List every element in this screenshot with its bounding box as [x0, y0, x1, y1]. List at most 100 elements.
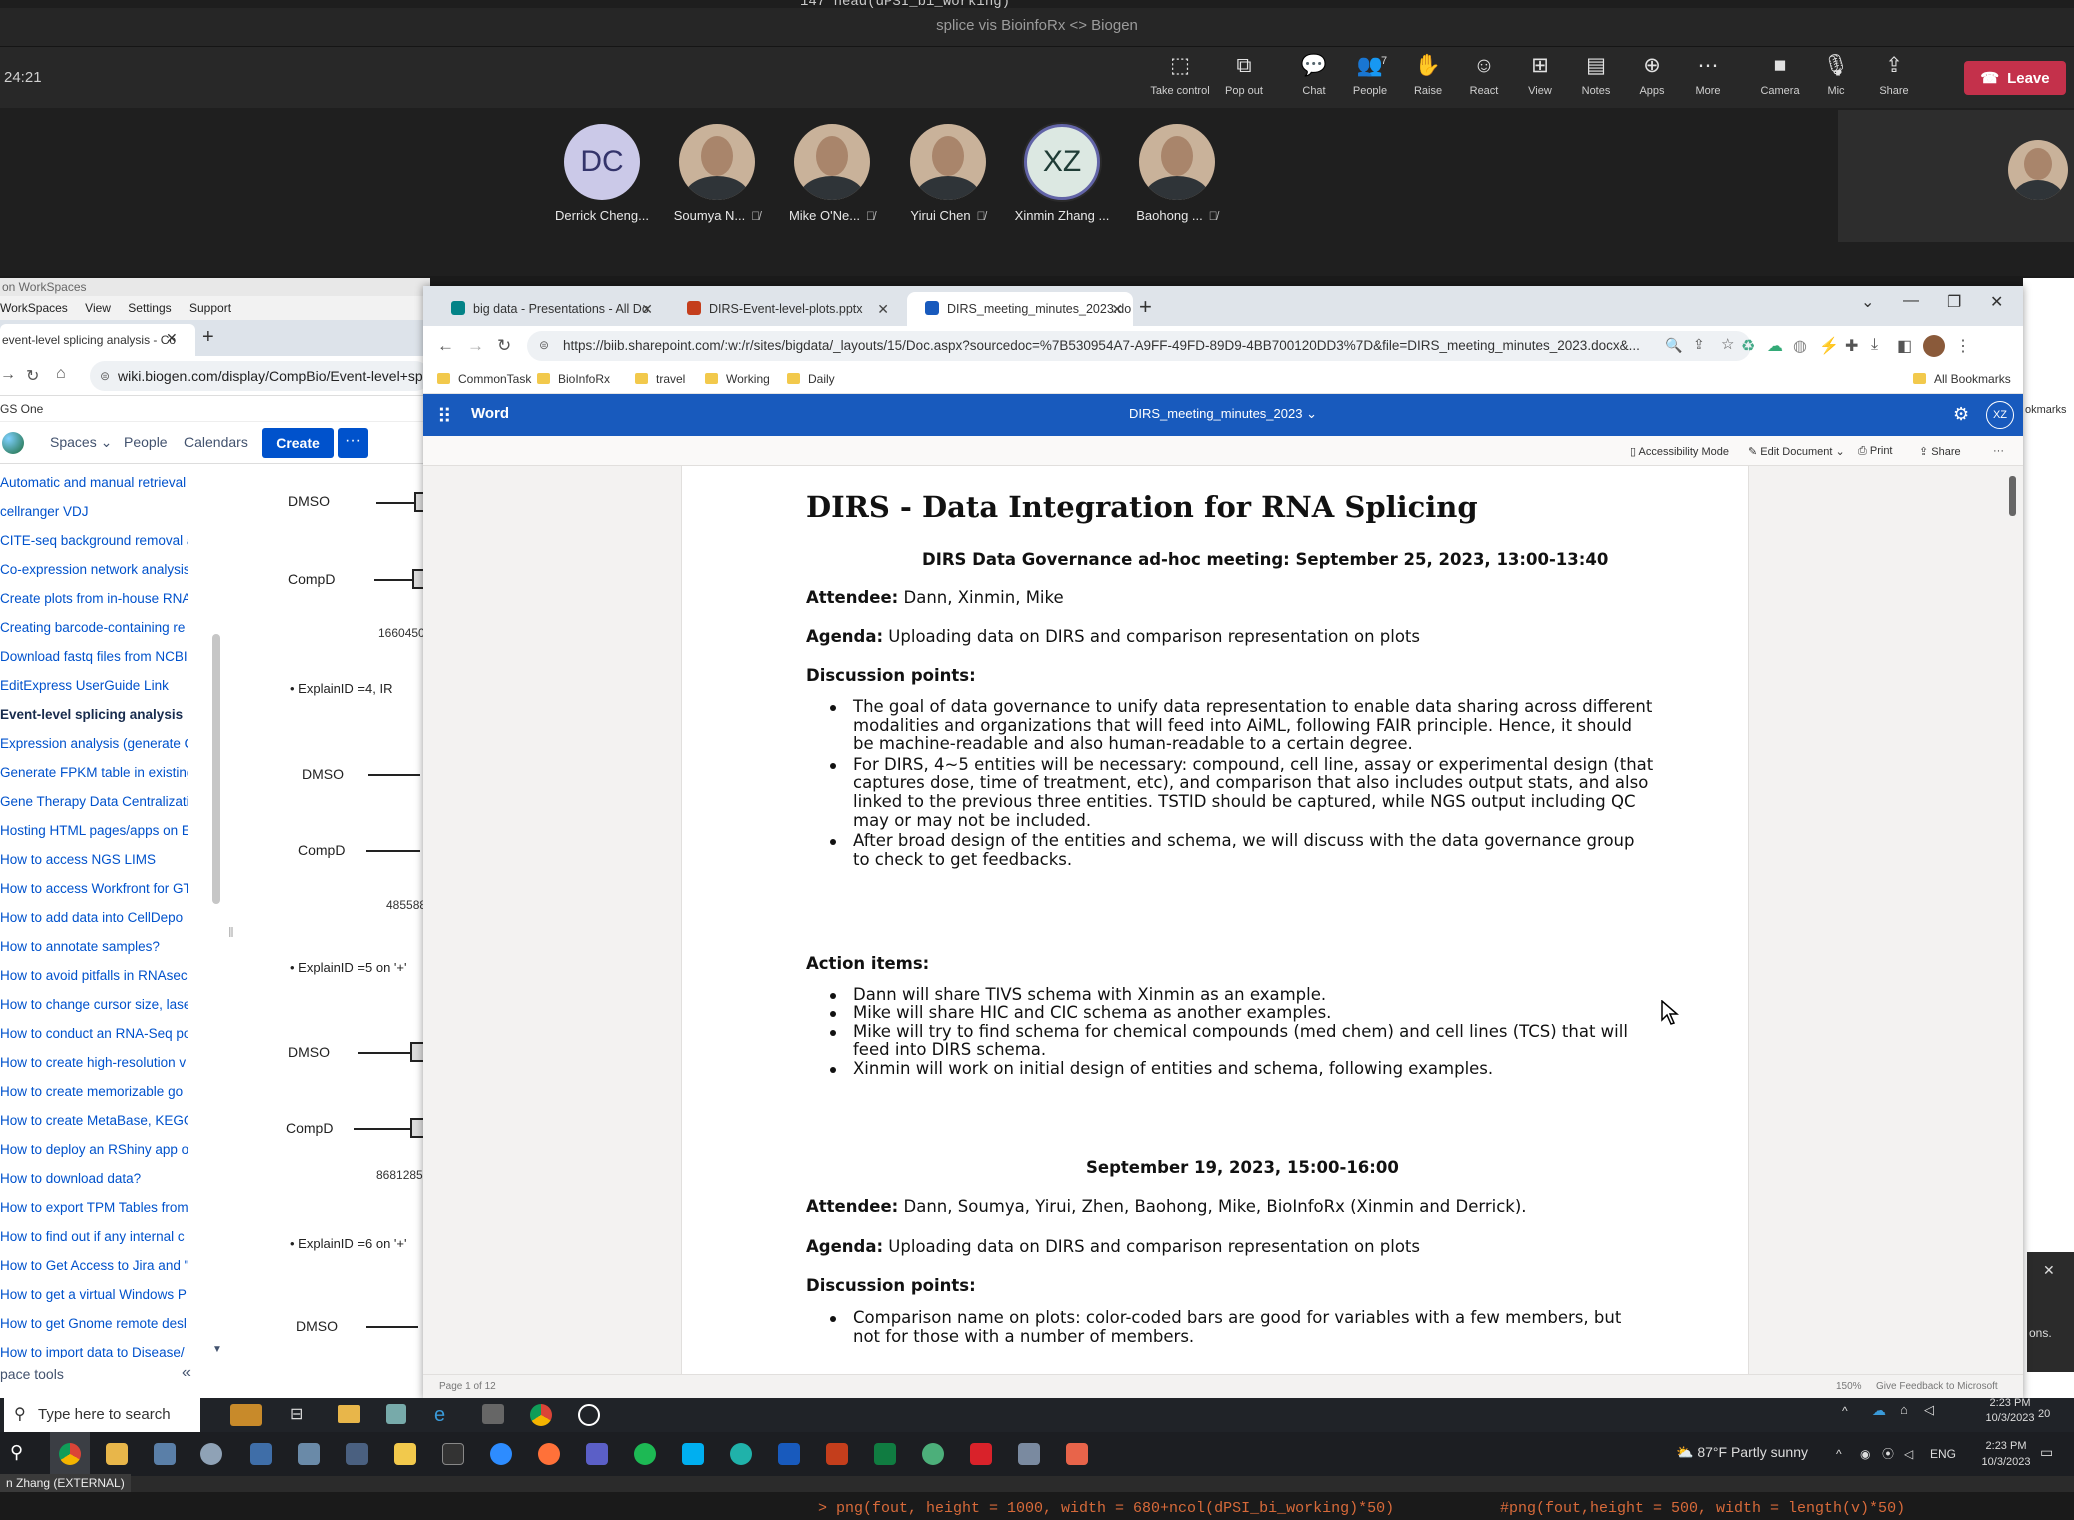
- sidebar-page-link[interactable]: cellranger VDJ: [0, 497, 188, 526]
- sidebar-page-link[interactable]: Creating barcode-containing re: [0, 613, 188, 642]
- share-page-icon[interactable]: ⇪: [1693, 336, 1705, 353]
- active-app-highlight[interactable]: [50, 1432, 90, 1476]
- space-tools[interactable]: pace tools: [0, 1366, 64, 1382]
- close-icon[interactable]: ✕: [641, 292, 653, 326]
- network-icon[interactable]: ◉: [1860, 1446, 1870, 1462]
- print-button[interactable]: ⎙ Print: [1858, 445, 1893, 458]
- bookmark-working[interactable]: Working: [705, 372, 770, 386]
- toolbar-button-camera[interactable]: ■ Camera: [1749, 55, 1811, 98]
- app-icon[interactable]: [250, 1443, 272, 1465]
- sidebar-page-link[interactable]: How to get a virtual Windows P: [0, 1280, 188, 1309]
- zoom-level[interactable]: 150%: [1836, 1381, 1862, 1392]
- notes-app-icon[interactable]: [394, 1443, 416, 1465]
- teams-icon[interactable]: [586, 1443, 608, 1465]
- weather-widget[interactable]: ⛅ 87°F Partly sunny: [1676, 1444, 1808, 1461]
- resize-handle-icon[interactable]: ‖: [228, 924, 234, 940]
- bookmark-travel[interactable]: travel: [635, 372, 685, 386]
- extension-globe-icon[interactable]: ◍: [1793, 336, 1807, 356]
- user-avatar[interactable]: XZ: [1986, 401, 2014, 429]
- nav-calendars[interactable]: Calendars: [184, 434, 248, 450]
- accessibility-mode-button[interactable]: ▯ Accessibility Mode: [1630, 445, 1729, 458]
- sidebar-page-link[interactable]: How to import data to Disease/: [0, 1338, 188, 1358]
- toolbar-button-view[interactable]: ⊞ View: [1509, 55, 1571, 98]
- forward-icon[interactable]: →: [467, 336, 484, 356]
- address-bar[interactable]: ⊜ https://biib.sharepoint.com/:w:/r/site…: [527, 331, 1751, 361]
- app-icon[interactable]: [922, 1443, 944, 1465]
- toolbar-button-more[interactable]: ⋯ More: [1677, 55, 1739, 98]
- edit-document-button[interactable]: ✎ Edit Document ⌄: [1748, 445, 1845, 458]
- remote-clock[interactable]: 2:23 PM 10/3/2023: [1940, 1396, 2074, 1426]
- language-indicator[interactable]: ENG: [1930, 1446, 1956, 1462]
- confluence-logo-icon[interactable]: [2, 432, 24, 454]
- extension-recycle-icon[interactable]: ♻: [1741, 336, 1755, 356]
- feedback-link[interactable]: Give Feedback to Microsoft: [1876, 1381, 1998, 1392]
- sidebar-page-link[interactable]: CITE-seq background removal a: [0, 526, 188, 555]
- browser-tab[interactable]: DIRS-Event-level-plots.pptx ✕: [669, 292, 899, 326]
- extensions-puzzle-icon[interactable]: ✚: [1845, 336, 1858, 356]
- toolbar-button-apps[interactable]: ⊕ Apps: [1621, 55, 1683, 98]
- bookmark-gs-one[interactable]: GS One: [0, 402, 43, 416]
- app-icon[interactable]: [386, 1404, 406, 1424]
- skype-icon[interactable]: [682, 1443, 704, 1465]
- participant-tile[interactable]: Yirui Chen 🎙̸: [888, 124, 1008, 223]
- sidebar-page-link[interactable]: How to find out if any internal c: [0, 1222, 188, 1251]
- edge-icon[interactable]: [578, 1404, 600, 1426]
- briefcase-icon[interactable]: [230, 1404, 262, 1426]
- onedrive-icon[interactable]: ☁: [1872, 1402, 1886, 1419]
- collapse-sidebar-icon[interactable]: «: [182, 1364, 191, 1382]
- address-bar[interactable]: ⊜ wiki.biogen.com/display/CompBio/Event-…: [90, 361, 430, 391]
- internet-explorer-icon[interactable]: e: [434, 1404, 445, 1427]
- close-icon[interactable]: ✕: [2043, 1262, 2055, 1279]
- more-options-button[interactable]: ···: [1993, 445, 2004, 457]
- share-button[interactable]: ⇪ Share: [1919, 445, 1961, 458]
- app-icon[interactable]: [482, 1404, 504, 1424]
- sidebar-page-link[interactable]: Gene Therapy Data Centralizati: [0, 787, 188, 816]
- toolbar-button-react[interactable]: ☺ React: [1453, 55, 1515, 98]
- tab-search-icon[interactable]: ⌄: [1861, 292, 1874, 312]
- menu-settings[interactable]: Settings: [128, 301, 171, 315]
- tray-chevron-icon[interactable]: ^: [1842, 1404, 1848, 1418]
- notification-count[interactable]: 20: [2038, 1408, 2050, 1420]
- toolbar-button-mic[interactable]: 🎙 Mic: [1805, 55, 1867, 98]
- document-title[interactable]: DIRS_meeting_minutes_2023 ⌄: [423, 406, 2023, 422]
- acrobat-icon[interactable]: [970, 1443, 992, 1465]
- document-scrollbar[interactable]: [2009, 476, 2016, 516]
- star-icon[interactable]: ☆: [1721, 335, 1734, 353]
- gear-icon[interactable]: ⚙: [1953, 404, 1969, 425]
- mic-icon[interactable]: ⦿: [1882, 1446, 1894, 1462]
- toolbar-button-chat[interactable]: 💬 Chat: [1283, 55, 1345, 98]
- sidebar-page-link[interactable]: Create plots from in-house RNA: [0, 584, 188, 613]
- sidebar-page-link[interactable]: How to access NGS LIMS: [0, 845, 188, 874]
- sidebar-page-link[interactable]: How to export TPM Tables from: [0, 1193, 188, 1222]
- task-view-icon[interactable]: ⊟: [290, 1404, 303, 1424]
- sidebar-page-link[interactable]: How to create high-resolution v: [0, 1048, 188, 1077]
- more-button[interactable]: ···: [338, 428, 368, 458]
- sidebar-page-link[interactable]: Hosting HTML pages/apps on E: [0, 816, 188, 845]
- word-icon[interactable]: [778, 1443, 800, 1465]
- menu-support[interactable]: Support: [189, 301, 231, 315]
- participant-tile[interactable]: Mike O'Ne... 🎙̸: [772, 124, 892, 223]
- zoom-icon[interactable]: [490, 1443, 512, 1465]
- sidebar-scrollbar[interactable]: [212, 634, 220, 904]
- browser-tab[interactable]: DIRS_meeting_minutes_2023.do ✕: [907, 292, 1133, 326]
- sidebar-page-link[interactable]: How to download data?: [0, 1164, 188, 1193]
- bookmark-commontask[interactable]: CommonTask: [437, 372, 531, 386]
- all-bookmarks[interactable]: All Bookmarks: [1913, 372, 2011, 386]
- sidebar-page-link[interactable]: How to create memorizable go: [0, 1077, 188, 1106]
- sidebar-page-link[interactable]: Automatic and manual retrieval: [0, 468, 188, 497]
- sidebar-page-link[interactable]: Event-level splicing analysis: [0, 700, 188, 729]
- profile-avatar[interactable]: [1923, 335, 1945, 357]
- menu-kebab-icon[interactable]: ⋮: [1955, 336, 1971, 356]
- sidebar-page-link[interactable]: How to access Workfront for GT: [0, 874, 188, 903]
- menu-workspaces[interactable]: WorkSpaces: [0, 301, 68, 315]
- file-explorer-icon[interactable]: [106, 1443, 128, 1465]
- sidebar-page-link[interactable]: How to add data into CellDepo: [0, 903, 188, 932]
- participant-tile[interactable]: Soumya N... 🎙̸: [657, 124, 777, 223]
- forward-icon[interactable]: →: [0, 366, 16, 384]
- participant-tile[interactable]: XZ Xinmin Zhang ...: [1002, 124, 1122, 223]
- powerpoint-icon[interactable]: [826, 1443, 848, 1465]
- toolbar-button-notes[interactable]: ▤ Notes: [1565, 55, 1627, 98]
- tray-chevron-icon[interactable]: ^: [1836, 1446, 1842, 1462]
- minimize-icon[interactable]: —: [1903, 292, 1919, 310]
- nav-people[interactable]: People: [124, 434, 168, 450]
